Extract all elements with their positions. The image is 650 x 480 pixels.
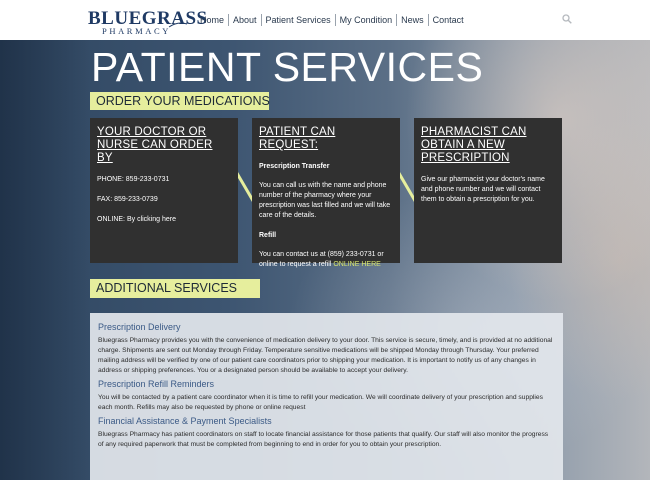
service-title: Financial Assistance & Payment Specialis… [98,416,272,426]
transfer-text: You can call us with the name and phone … [259,182,391,219]
service-title: Prescription Refill Reminders [98,379,215,389]
site-header: BLUEGRASS PHARMACY Home About Patient Se… [0,0,650,40]
service-body: Bluegrass Pharmacy provides you with the… [98,337,553,374]
nav-home[interactable]: Home [196,14,230,26]
pharmacist-text: Give our pharmacist your doctor's name a… [421,176,545,203]
refill-text-wrap: You can contact us at (859) 233-0731 or … [259,250,392,270]
nav-my-condition[interactable]: My Condition [336,14,398,26]
page-title: PATIENT SERVICES [91,44,484,90]
pharmacist-card-title: PHARMACIST CAN OBTAIN A NEW PRESCRIPTION [421,126,527,164]
logo-swoosh-icon [168,22,188,28]
nav-contact[interactable]: Contact [429,14,468,26]
main-nav: Home About Patient Services My Condition… [196,14,468,26]
nav-about[interactable]: About [229,14,262,26]
doctor-card-title: YOUR DOCTOR OR NURSE CAN ORDER BY [97,126,213,164]
transfer-heading: Prescription Transfer [259,163,330,170]
online-here-link[interactable]: ONLINE HERE [333,261,380,268]
logo-subtitle: PHARMACY [102,26,171,36]
bluegrass-logo[interactable]: BLUEGRASS PHARMACY [88,8,207,38]
search-icon[interactable] [562,14,572,24]
doctor-online-link[interactable]: ONLINE: By clicking here [97,215,230,225]
service-body: You will be contacted by a patient care … [98,394,543,411]
doctor-fax: FAX: 859-233-0739 [97,196,158,203]
service-body: Bluegrass Pharmacy has patient coordinat… [98,431,549,448]
nav-news[interactable]: News [397,14,429,26]
additional-services-panel: Prescription Delivery Bluegrass Pharmacy… [90,313,563,480]
background-shade [0,0,90,480]
doctor-phone: PHONE: 859-233-0731 [97,176,170,183]
card-connector-arrow-icon [238,172,252,202]
refill-heading: Refill [259,232,277,239]
additional-services-heading: ADDITIONAL SERVICES [90,279,260,298]
nav-patient-services[interactable]: Patient Services [262,14,336,26]
doctor-order-card: YOUR DOCTOR OR NURSE CAN ORDER BY PHONE:… [90,118,238,263]
order-medications-heading: ORDER YOUR MEDICATIONS [90,92,270,110]
card-connector-arrow-icon [400,172,414,202]
patient-card-title: PATIENT CAN REQUEST: [259,126,336,151]
patient-request-card: PATIENT CAN REQUEST: Prescription Transf… [252,118,400,268]
service-title: Prescription Delivery [98,322,181,332]
pharmacist-card: PHARMACIST CAN OBTAIN A NEW PRESCRIPTION… [414,118,562,263]
